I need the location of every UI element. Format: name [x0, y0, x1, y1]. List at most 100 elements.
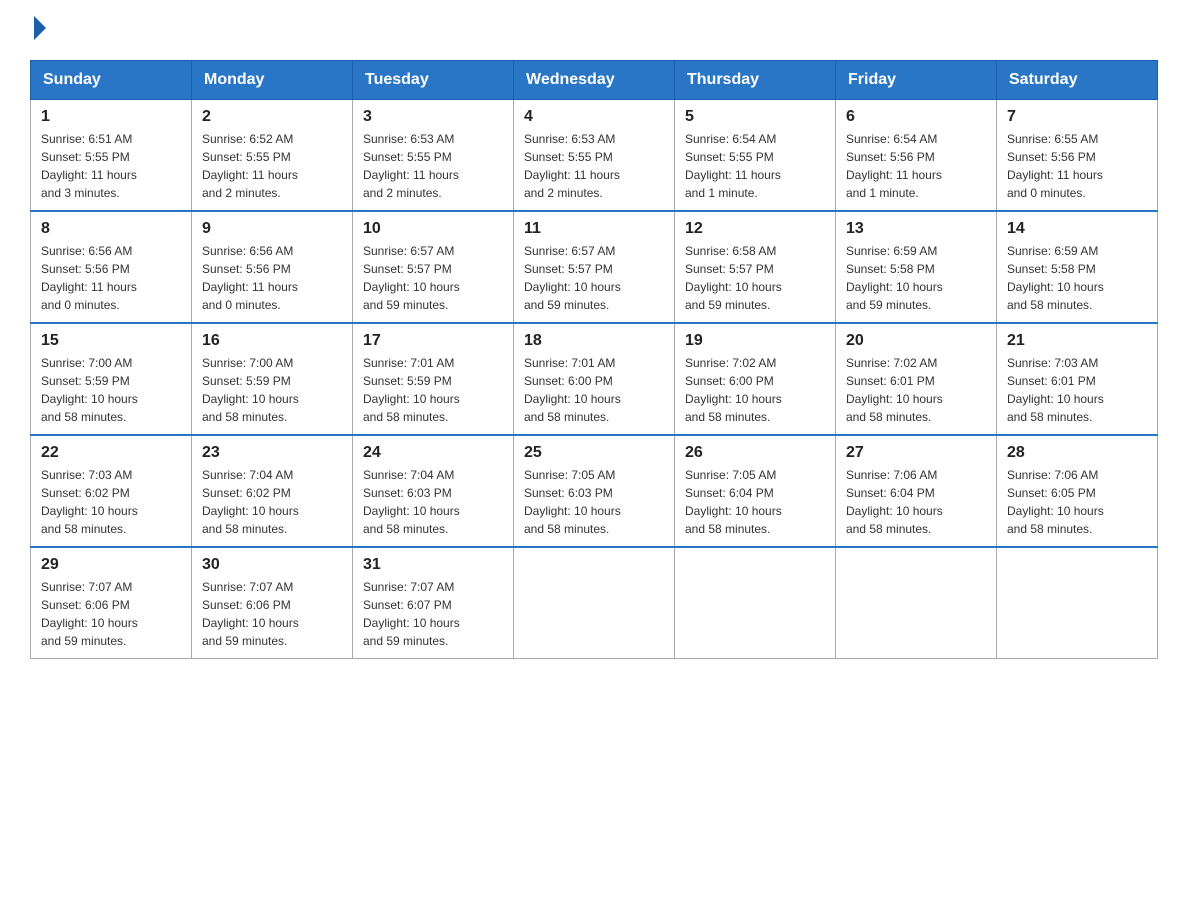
- calendar-table: SundayMondayTuesdayWednesdayThursdayFrid…: [30, 60, 1158, 659]
- day-number: 10: [363, 220, 503, 238]
- calendar-cell: 25 Sunrise: 7:05 AMSunset: 6:03 PMDayligh…: [514, 435, 675, 547]
- calendar-cell: 20Sunrise: 7:02 AMSunset: 6:01 PMDayligh…: [836, 323, 997, 435]
- calendar-cell: [675, 547, 836, 659]
- day-number: 31: [363, 556, 503, 574]
- logo-arrow-icon: [34, 16, 46, 40]
- calendar-cell: 13 Sunrise: 6:59 AMSunset: 5:58 PMDayligh…: [836, 211, 997, 323]
- calendar-cell: 21 Sunrise: 7:03 AMSunset: 6:01 PMDayligh…: [997, 323, 1158, 435]
- calendar-week-row: 15 Sunrise: 7:00 AMSunset: 5:59 PMDayligh…: [31, 323, 1158, 435]
- day-info: Sunrise: 7:01 AMSunset: 5:59 PMDaylight:…: [363, 354, 503, 426]
- calendar-week-row: 8 Sunrise: 6:56 AMSunset: 5:56 PMDaylight…: [31, 211, 1158, 323]
- day-info: Sunrise: 6:58 AMSunset: 5:57 PMDaylight:…: [685, 242, 825, 314]
- calendar-cell: 16 Sunrise: 7:00 AMSunset: 5:59 PMDayligh…: [192, 323, 353, 435]
- calendar-cell: 28 Sunrise: 7:06 AMSunset: 6:05 PMDayligh…: [997, 435, 1158, 547]
- day-number: 2: [202, 108, 342, 126]
- calendar-cell: 1Sunrise: 6:51 AMSunset: 5:55 PMDaylight…: [31, 100, 192, 212]
- calendar-header-sunday: Sunday: [31, 61, 192, 100]
- calendar-header-saturday: Saturday: [997, 61, 1158, 100]
- day-info: Sunrise: 7:07 AMSunset: 6:07 PMDaylight:…: [363, 578, 503, 650]
- calendar-cell: 18Sunrise: 7:01 AMSunset: 6:00 PMDayligh…: [514, 323, 675, 435]
- day-number: 5: [685, 108, 825, 126]
- day-number: 28: [1007, 444, 1147, 462]
- day-number: 6: [846, 108, 986, 126]
- day-info: Sunrise: 7:00 AMSunset: 5:59 PMDaylight:…: [41, 354, 181, 426]
- calendar-header-friday: Friday: [836, 61, 997, 100]
- day-number: 8: [41, 220, 181, 238]
- day-number: 12: [685, 220, 825, 238]
- calendar-cell: 27Sunrise: 7:06 AMSunset: 6:04 PMDayligh…: [836, 435, 997, 547]
- calendar-cell: 26 Sunrise: 7:05 AMSunset: 6:04 PMDayligh…: [675, 435, 836, 547]
- day-info: Sunrise: 6:54 AMSunset: 5:56 PMDaylight:…: [846, 130, 986, 202]
- day-info: Sunrise: 7:04 AMSunset: 6:02 PMDaylight:…: [202, 466, 342, 538]
- calendar-cell: 29Sunrise: 7:07 AMSunset: 6:06 PMDayligh…: [31, 547, 192, 659]
- day-number: 30: [202, 556, 342, 574]
- day-number: 16: [202, 332, 342, 350]
- day-info: Sunrise: 7:06 AMSunset: 6:04 PMDaylight:…: [846, 466, 986, 538]
- calendar-week-row: 22 Sunrise: 7:03 AMSunset: 6:02 PMDayligh…: [31, 435, 1158, 547]
- day-info: Sunrise: 6:56 AMSunset: 5:56 PMDaylight:…: [202, 242, 342, 314]
- day-number: 24: [363, 444, 503, 462]
- day-info: Sunrise: 6:54 AMSunset: 5:55 PMDaylight:…: [685, 130, 825, 202]
- calendar-cell: 7 Sunrise: 6:55 AMSunset: 5:56 PMDaylight…: [997, 100, 1158, 212]
- calendar-cell: 11Sunrise: 6:57 AMSunset: 5:57 PMDayligh…: [514, 211, 675, 323]
- day-number: 4: [524, 108, 664, 126]
- calendar-cell: 6 Sunrise: 6:54 AMSunset: 5:56 PMDaylight…: [836, 100, 997, 212]
- day-number: 22: [41, 444, 181, 462]
- day-info: Sunrise: 7:07 AMSunset: 6:06 PMDaylight:…: [202, 578, 342, 650]
- day-info: Sunrise: 7:04 AMSunset: 6:03 PMDaylight:…: [363, 466, 503, 538]
- day-info: Sunrise: 7:01 AMSunset: 6:00 PMDaylight:…: [524, 354, 664, 426]
- calendar-cell: 31 Sunrise: 7:07 AMSunset: 6:07 PMDayligh…: [353, 547, 514, 659]
- calendar-cell: 12 Sunrise: 6:58 AMSunset: 5:57 PMDayligh…: [675, 211, 836, 323]
- calendar-cell: 3 Sunrise: 6:53 AMSunset: 5:55 PMDaylight…: [353, 100, 514, 212]
- day-info: Sunrise: 6:59 AMSunset: 5:58 PMDaylight:…: [846, 242, 986, 314]
- calendar-cell: 22 Sunrise: 7:03 AMSunset: 6:02 PMDayligh…: [31, 435, 192, 547]
- calendar-cell: 30 Sunrise: 7:07 AMSunset: 6:06 PMDayligh…: [192, 547, 353, 659]
- day-info: Sunrise: 7:05 AMSunset: 6:03 PMDaylight:…: [524, 466, 664, 538]
- calendar-cell: [997, 547, 1158, 659]
- day-info: Sunrise: 7:06 AMSunset: 6:05 PMDaylight:…: [1007, 466, 1147, 538]
- day-number: 9: [202, 220, 342, 238]
- calendar-cell: 8Sunrise: 6:56 AMSunset: 5:56 PMDaylight…: [31, 211, 192, 323]
- calendar-cell: [514, 547, 675, 659]
- calendar-cell: 24 Sunrise: 7:04 AMSunset: 6:03 PMDayligh…: [353, 435, 514, 547]
- day-number: 23: [202, 444, 342, 462]
- day-number: 21: [1007, 332, 1147, 350]
- day-number: 13: [846, 220, 986, 238]
- day-info: Sunrise: 7:03 AMSunset: 6:02 PMDaylight:…: [41, 466, 181, 538]
- calendar-header-thursday: Thursday: [675, 61, 836, 100]
- calendar-cell: 5 Sunrise: 6:54 AMSunset: 5:55 PMDaylight…: [675, 100, 836, 212]
- day-info: Sunrise: 6:53 AMSunset: 5:55 PMDaylight:…: [524, 130, 664, 202]
- day-info: Sunrise: 6:55 AMSunset: 5:56 PMDaylight:…: [1007, 130, 1147, 202]
- calendar-cell: 10 Sunrise: 6:57 AMSunset: 5:57 PMDayligh…: [353, 211, 514, 323]
- calendar-cell: 15 Sunrise: 7:00 AMSunset: 5:59 PMDayligh…: [31, 323, 192, 435]
- calendar-cell: 14Sunrise: 6:59 AMSunset: 5:58 PMDayligh…: [997, 211, 1158, 323]
- calendar-cell: 23 Sunrise: 7:04 AMSunset: 6:02 PMDayligh…: [192, 435, 353, 547]
- day-number: 7: [1007, 108, 1147, 126]
- day-number: 3: [363, 108, 503, 126]
- calendar-header-tuesday: Tuesday: [353, 61, 514, 100]
- day-number: 17: [363, 332, 503, 350]
- day-info: Sunrise: 6:59 AMSunset: 5:58 PMDaylight:…: [1007, 242, 1147, 314]
- day-number: 26: [685, 444, 825, 462]
- calendar-header-monday: Monday: [192, 61, 353, 100]
- day-info: Sunrise: 7:05 AMSunset: 6:04 PMDaylight:…: [685, 466, 825, 538]
- calendar-cell: 17 Sunrise: 7:01 AMSunset: 5:59 PMDayligh…: [353, 323, 514, 435]
- day-number: 20: [846, 332, 986, 350]
- calendar-header-wednesday: Wednesday: [514, 61, 675, 100]
- day-number: 25: [524, 444, 664, 462]
- page-header: [30, 20, 1158, 40]
- calendar-cell: [836, 547, 997, 659]
- day-number: 19: [685, 332, 825, 350]
- calendar-week-row: 1Sunrise: 6:51 AMSunset: 5:55 PMDaylight…: [31, 100, 1158, 212]
- day-info: Sunrise: 6:57 AMSunset: 5:57 PMDaylight:…: [363, 242, 503, 314]
- day-info: Sunrise: 7:02 AMSunset: 6:00 PMDaylight:…: [685, 354, 825, 426]
- day-info: Sunrise: 7:00 AMSunset: 5:59 PMDaylight:…: [202, 354, 342, 426]
- day-info: Sunrise: 7:03 AMSunset: 6:01 PMDaylight:…: [1007, 354, 1147, 426]
- day-number: 15: [41, 332, 181, 350]
- calendar-cell: 9 Sunrise: 6:56 AMSunset: 5:56 PMDaylight…: [192, 211, 353, 323]
- calendar-cell: 2Sunrise: 6:52 AMSunset: 5:55 PMDaylight…: [192, 100, 353, 212]
- day-number: 11: [524, 220, 664, 238]
- day-info: Sunrise: 6:53 AMSunset: 5:55 PMDaylight:…: [363, 130, 503, 202]
- day-info: Sunrise: 6:51 AMSunset: 5:55 PMDaylight:…: [41, 130, 181, 202]
- calendar-week-row: 29Sunrise: 7:07 AMSunset: 6:06 PMDayligh…: [31, 547, 1158, 659]
